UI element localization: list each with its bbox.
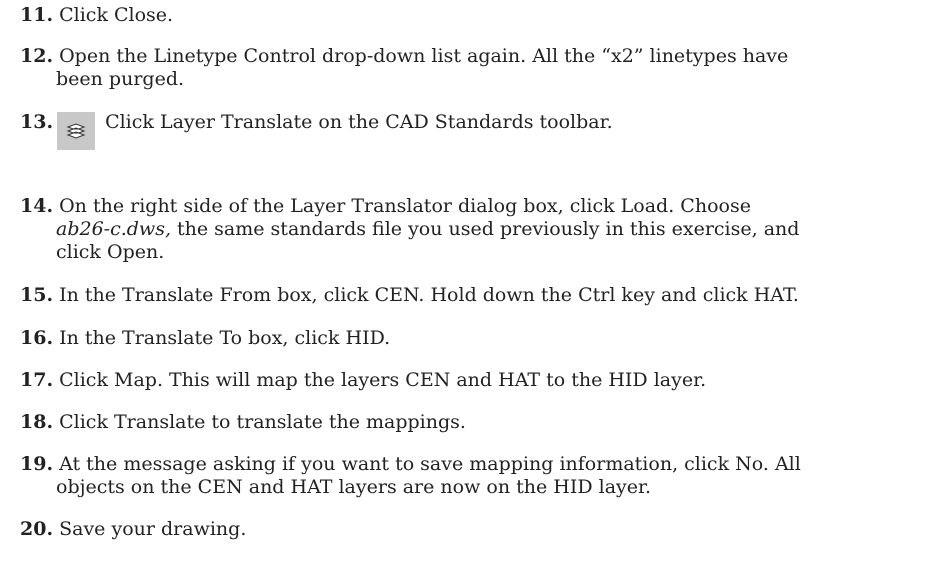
step-14: 14. On the right side of the Layer Trans…	[20, 195, 920, 264]
step-number: 16.	[20, 327, 54, 349]
step-text: In the Translate From box, click CEN. Ho…	[59, 284, 799, 306]
step-text-continued: objects on the CEN and HAT layers are no…	[56, 476, 652, 498]
step-number: 13.	[20, 111, 54, 133]
step-text: Save your drawing.	[59, 518, 247, 540]
step-text: Open the Linetype Control drop-down list…	[59, 45, 789, 67]
step-text: Click Translate to translate the mapping…	[59, 411, 466, 433]
step-15: 15. In the Translate From box, click CEN…	[20, 284, 920, 307]
step-text: At the message asking if you want to sav…	[59, 453, 801, 475]
step-text-continued: been purged.	[56, 68, 185, 90]
step-16: 16. In the Translate To box, click HID.	[20, 327, 920, 350]
step-text: Click Close.	[59, 4, 174, 26]
file-name: ab26-c.dws,	[56, 218, 171, 240]
step-number: 15.	[20, 284, 54, 306]
step-number: 14.	[20, 195, 54, 217]
step-20: 20. Save your drawing.	[20, 518, 920, 541]
step-number: 17.	[20, 369, 54, 391]
step-number: 20.	[20, 518, 54, 540]
layer-translate-icon	[57, 112, 96, 150]
step-text: Click Map. This will map the layers CEN …	[59, 369, 707, 391]
step-number: 12.	[20, 45, 54, 67]
step-17: 17. Click Map. This will map the layers …	[20, 369, 920, 392]
step-text: In the Translate To box, click HID.	[59, 327, 391, 349]
step-19: 19. At the message asking if you want to…	[20, 453, 920, 499]
instruction-page: 11. Click Close. 12. Open the Linetype C…	[0, 0, 933, 577]
step-18: 18. Click Translate to translate the map…	[20, 411, 920, 434]
step-text: On the right side of the Layer Translato…	[59, 195, 751, 217]
step-number: 18.	[20, 411, 54, 433]
step-text-continued: ab26-c.dws, the same standards file you …	[20, 218, 920, 241]
step-text-tail: the same standards file you used previou…	[170, 218, 800, 240]
step-number: 19.	[20, 453, 54, 475]
step-13: 13. Click Layer Translate on the CAD Sta…	[20, 111, 920, 150]
step-number: 11.	[20, 4, 54, 26]
step-text-continued: click Open.	[56, 241, 165, 263]
step-text: Click Layer Translate on the CAD Standar…	[105, 111, 613, 133]
step-11: 11. Click Close.	[20, 4, 920, 27]
step-12: 12. Open the Linetype Control drop-down …	[20, 45, 920, 91]
